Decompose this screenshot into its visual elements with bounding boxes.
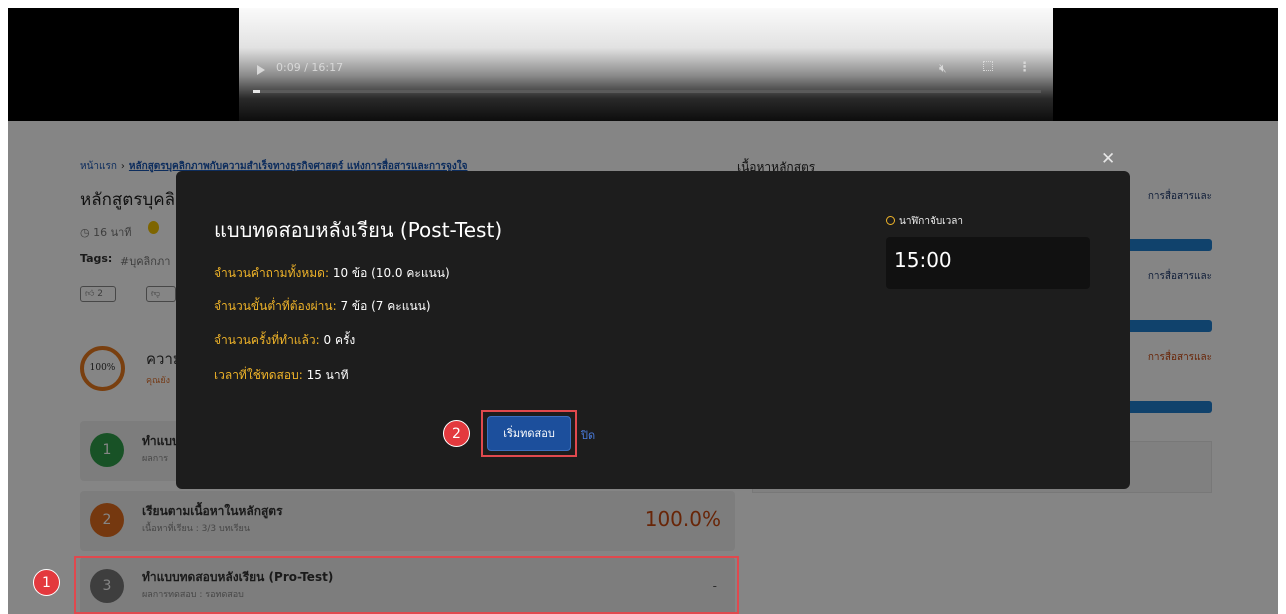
- annotation-badge-1: 1: [33, 569, 60, 596]
- question-count: จำนวนคำถามทั้งหมด: 10 ข้อ (10.0 คะแนน): [214, 264, 450, 283]
- info-label: จำนวนครั้งที่ทำแล้ว:: [214, 333, 320, 347]
- test-duration: เวลาที่ใช้ทดสอบ: 15 นาที: [214, 366, 349, 385]
- annotation-badge-2: 2: [443, 420, 470, 447]
- info-label: จำนวนคำถามทั้งหมด:: [214, 266, 330, 280]
- video-area: 0:09 / 16:17 🔇︎ ⋮: [8, 8, 1278, 121]
- timer-label: นาฬิกาจับเวลา: [886, 214, 963, 229]
- info-value: 0 ครั้ง: [319, 333, 356, 347]
- video-player[interactable]: 0:09 / 16:17 🔇︎ ⋮: [239, 8, 1053, 121]
- info-label: จำนวนขั้นต่ำที่ต้องผ่าน:: [214, 299, 337, 313]
- mute-icon[interactable]: 🔇︎: [939, 61, 947, 76]
- clock-icon: [886, 216, 895, 225]
- close-icon[interactable]: ✕: [1101, 149, 1115, 169]
- highlight-outline: [74, 556, 739, 614]
- play-icon[interactable]: [257, 65, 265, 75]
- close-link[interactable]: ปิด: [581, 426, 595, 444]
- timer-label-text: นาฬิกาจับเวลา: [899, 216, 963, 227]
- more-options-icon[interactable]: ⋮: [1018, 60, 1031, 75]
- video-time: 0:09 / 16:17: [276, 61, 344, 74]
- timer-box: 15:00: [886, 237, 1090, 289]
- modal-title: แบบทดสอบหลังเรียน (Post-Test): [214, 218, 503, 242]
- info-value: 10 ข้อ (10.0 คะแนน): [329, 266, 450, 280]
- info-label: เวลาที่ใช้ทดสอบ:: [214, 368, 303, 382]
- timer-value: 15:00: [894, 248, 952, 272]
- pass-threshold: จำนวนขั้นต่ำที่ต้องผ่าน: 7 ข้อ (7 คะแนน): [214, 297, 431, 316]
- posttest-modal: แบบทดสอบหลังเรียน (Post-Test) จำนวนคำถาม…: [176, 171, 1130, 489]
- start-test-button[interactable]: เริ่มทดสอบ: [487, 416, 571, 451]
- attempt-count: จำนวนครั้งที่ทำแล้ว: 0 ครั้ง: [214, 331, 355, 350]
- info-value: 15 นาที: [302, 368, 349, 382]
- video-progress-bar[interactable]: [253, 90, 1041, 93]
- info-value: 7 ข้อ (7 คะแนน): [336, 299, 431, 313]
- video-progress-fill: [253, 90, 261, 93]
- fullscreen-icon[interactable]: [983, 61, 993, 71]
